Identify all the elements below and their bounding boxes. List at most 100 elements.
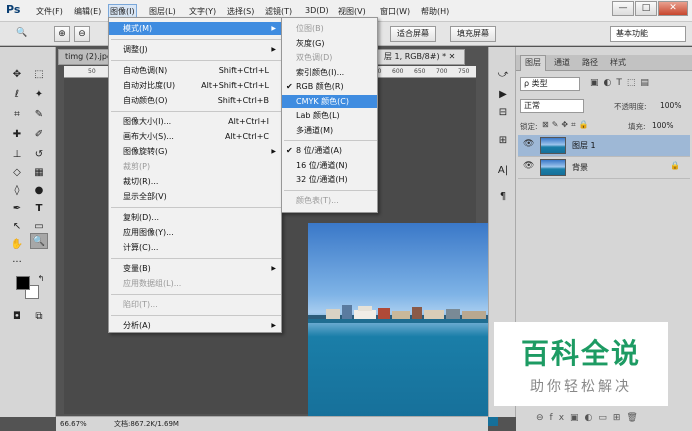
move-tool-icon[interactable]: ✥	[8, 67, 26, 83]
image-menu-item[interactable]: 复制(D)...	[109, 211, 281, 224]
history-icon[interactable]: ⤻	[495, 67, 511, 83]
zoom-in-icon[interactable]: ⊕	[54, 26, 70, 42]
gradient-tool-icon[interactable]: ▦	[30, 165, 48, 181]
submenu-arrow-icon: ▶	[271, 322, 276, 329]
image-menu-item[interactable]: 显示全部(V)	[109, 190, 281, 203]
fill-screen-button[interactable]: 填充屏幕	[450, 26, 496, 42]
image-menu-item[interactable]: 分析(A) ▶	[109, 319, 281, 332]
image-menu-item[interactable]: 裁切(R)...	[109, 175, 281, 188]
workspace-select[interactable]: 基本功能	[610, 26, 686, 42]
menu-layer[interactable]: 图层(L)	[149, 6, 176, 17]
screen-mode-icon[interactable]: ⧉	[30, 309, 48, 325]
tab-document-1[interactable]: timg (2).jpg	[58, 49, 110, 65]
blur-tool-icon[interactable]: ◊	[8, 183, 26, 199]
menu-separator	[111, 315, 281, 316]
image-menu-item[interactable]: 图像旋转(G) ▶	[109, 145, 281, 158]
history-brush-icon[interactable]: ↺	[30, 147, 48, 163]
image-menu-item[interactable]: 自动色调(N) Shift+Ctrl+L	[109, 64, 281, 77]
eye-icon[interactable]: 👁	[523, 139, 534, 149]
opacity-value[interactable]: 100%	[660, 101, 681, 110]
eye-icon[interactable]: 👁	[523, 161, 534, 171]
hand-tool-icon[interactable]: ✋	[8, 237, 26, 253]
mode-menu-item[interactable]: Lab 颜色(L)	[282, 109, 377, 122]
fill-value[interactable]: 100%	[652, 121, 673, 130]
crop-tool-icon[interactable]: ⌗	[8, 107, 26, 123]
lock-icons[interactable]: ⊠✎✥⌗🔒	[542, 120, 592, 130]
filter-icons[interactable]: ▣◐T⬚▤	[590, 78, 654, 88]
tab-channels[interactable]: 通道	[550, 56, 574, 70]
marquee-tool-icon[interactable]: ⬚	[30, 67, 48, 83]
dodge-tool-icon[interactable]: ●	[30, 183, 48, 199]
mode-menu-item[interactable]: 多通道(M)	[282, 124, 377, 137]
brush-preset-icon[interactable]: ⊞	[495, 133, 511, 149]
menu-window[interactable]: 窗口(W)	[380, 6, 410, 17]
layer-actions[interactable]: ⊖fx▣◐▭⊞🗑	[536, 413, 644, 423]
type-tool-icon[interactable]: T	[30, 201, 48, 217]
stamp-tool-icon[interactable]: ⊥	[8, 147, 26, 163]
fill-label: 填充:	[628, 122, 646, 131]
zoom-tool-icon[interactable]: 🔍	[14, 26, 30, 42]
menu-select[interactable]: 选择(S)	[227, 6, 254, 17]
zoom-out-icon[interactable]: ⊖	[74, 26, 90, 42]
zoom-tool-selected-icon[interactable]: 🔍	[30, 233, 48, 249]
brush-tool-icon[interactable]: ✐	[30, 127, 48, 143]
close-button[interactable]: ✕	[658, 1, 688, 16]
menu-item-shortcut: Alt+Shift+Ctrl+L	[201, 81, 269, 90]
mode-menu-item[interactable]: 灰度(G)	[282, 37, 377, 50]
menu-item-label: 显示全部(V)	[123, 192, 167, 201]
menu-3d[interactable]: 3D(D)	[305, 6, 329, 15]
blend-mode-select[interactable]: 正常	[520, 99, 584, 113]
mode-menu-item[interactable]: ✔ RGB 颜色(R)	[282, 80, 377, 93]
fit-screen-button[interactable]: 适合屏幕	[390, 26, 436, 42]
image-menu-item[interactable]: 自动颜色(O) Shift+Ctrl+B	[109, 94, 281, 107]
menu-item-label: 画布大小(S)...	[123, 132, 174, 141]
character-icon[interactable]: A|	[495, 163, 511, 179]
path-select-icon[interactable]: ↖	[8, 219, 26, 235]
eyedropper-icon[interactable]: ✎	[30, 107, 48, 123]
menu-view[interactable]: 视图(V)	[338, 6, 366, 17]
menu-item-label: 8 位/通道(A)	[296, 146, 343, 155]
actions-play-icon[interactable]: ▶	[495, 87, 511, 103]
tab-paths[interactable]: 路径	[578, 56, 602, 70]
maximize-button[interactable]: □	[635, 1, 657, 16]
lasso-tool-icon[interactable]: ℓ	[8, 87, 26, 103]
mode-menu-item[interactable]: 索引颜色(I)...	[282, 66, 377, 79]
foreground-color-swatch[interactable]	[16, 276, 30, 290]
image-menu-item[interactable]: 调整(J) ▶	[109, 43, 281, 56]
tab-document-2[interactable]: 层 1, RGB/8#) * ✕	[377, 49, 465, 65]
pen-tool-icon[interactable]: ✒	[8, 201, 26, 217]
image-menu-item[interactable]: 自动对比度(U) Alt+Shift+Ctrl+L	[109, 79, 281, 92]
eraser-tool-icon[interactable]: ◇	[8, 165, 26, 181]
document-image[interactable]	[308, 223, 498, 426]
image-menu-item[interactable]: 模式(M) ▶	[109, 22, 281, 35]
mode-menu-item[interactable]: 32 位/通道(H)	[282, 173, 377, 186]
minimize-button[interactable]: —	[612, 1, 634, 16]
quick-mask-icon[interactable]: ◘	[8, 309, 26, 325]
mode-menu-item[interactable]: 16 位/通道(N)	[282, 159, 377, 172]
layer-row-background[interactable]: 👁 背景 🔒	[518, 157, 690, 179]
paragraph-icon[interactable]: ¶	[495, 189, 511, 205]
menu-filter[interactable]: 滤镜(T)	[265, 6, 292, 17]
tab-layers[interactable]: 图层	[520, 55, 546, 71]
tab-styles[interactable]: 样式	[606, 56, 630, 70]
more-tools-icon[interactable]: ···	[8, 255, 26, 271]
image-menu-item[interactable]: 计算(C)...	[109, 241, 281, 254]
image-menu-item[interactable]: 画布大小(S)... Alt+Ctrl+C	[109, 130, 281, 143]
menu-type[interactable]: 文字(Y)	[189, 6, 216, 17]
submenu-arrow-icon: ▶	[271, 46, 276, 53]
healing-brush-icon[interactable]: ✚	[8, 127, 26, 143]
image-menu-item[interactable]: 图像大小(I)... Alt+Ctrl+I	[109, 115, 281, 128]
image-menu-item[interactable]: 应用图像(Y)...	[109, 226, 281, 239]
menu-help[interactable]: 帮助(H)	[421, 6, 449, 17]
mode-menu-item[interactable]: CMYK 颜色(C)	[282, 94, 377, 108]
layer-row-layer1[interactable]: 👁 图层 1	[518, 135, 690, 157]
menu-file[interactable]: 文件(F)	[36, 6, 63, 17]
mode-menu-item[interactable]: ✔ 8 位/通道(A)	[282, 144, 377, 157]
layer-filter-select[interactable]: ρ 类型	[520, 77, 580, 91]
magic-wand-icon[interactable]: ✦	[30, 87, 48, 103]
menu-item-label: 颜色表(T)...	[296, 195, 339, 205]
menu-edit[interactable]: 编辑(E)	[74, 6, 101, 17]
image-menu-item[interactable]: 变量(B) ▶	[109, 262, 281, 275]
properties-icon[interactable]: ⊟	[495, 105, 511, 121]
zoom-level[interactable]: 66.67%	[60, 417, 87, 431]
